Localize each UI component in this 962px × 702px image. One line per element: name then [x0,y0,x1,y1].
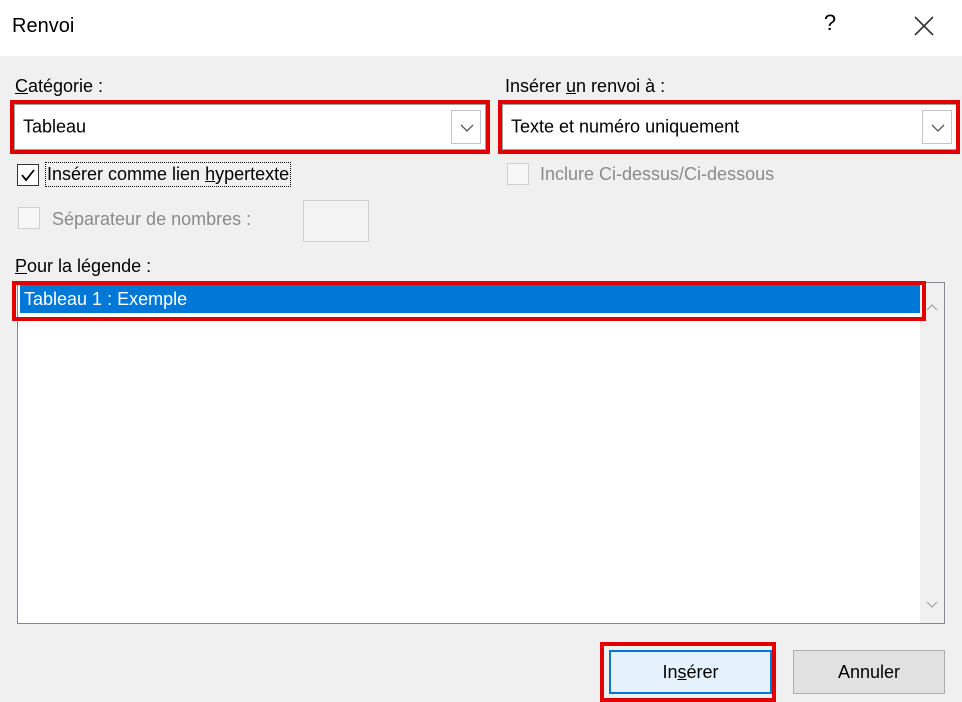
category-dropdown[interactable]: Tableau [14,104,486,150]
reference-type-dropdown[interactable]: Texte et numéro uniquement [502,104,957,150]
reference-type-dropdown-button[interactable] [922,110,952,144]
separator-input[interactable] [303,200,369,242]
close-button[interactable] [910,12,938,40]
dialog-title: Renvoi [12,15,75,37]
reference-type-label: Insérer un renvoi à : [505,76,666,96]
scrollbar[interactable] [920,283,944,623]
list-item[interactable]: Tableau 1 : Exemple [20,285,920,313]
cancel-button[interactable]: Annuler [793,650,945,694]
hyperlink-checkbox[interactable] [17,164,39,186]
help-button[interactable]: ? [818,10,842,36]
checkmark-icon [21,169,35,182]
close-icon [914,16,934,36]
title-bar: Renvoi ? [0,0,962,56]
chevron-down-icon [926,601,938,608]
above-below-checkbox[interactable] [507,163,529,185]
reference-type-value: Texte et numéro uniquement [511,116,740,137]
category-label: Catégorie : [15,76,104,96]
separator-checkbox[interactable] [18,207,40,229]
category-dropdown-button[interactable] [451,110,481,144]
caption-listbox[interactable]: Tableau 1 : Exemple [17,282,945,624]
above-below-label: Inclure Ci-dessus/Ci-dessous [540,164,775,184]
hyperlink-checkbox-label[interactable]: Insérer comme lien hypertexte [44,162,292,187]
insert-button[interactable]: Insérer [609,650,772,694]
chevron-up-icon [926,304,938,311]
cross-reference-dialog: Renvoi ? Catégorie : Tableau Insérer un … [0,0,962,702]
chevron-down-icon [460,124,474,132]
caption-list-label: Pour la légende : [15,256,152,276]
chevron-down-icon [931,124,945,132]
category-value: Tableau [23,116,87,137]
separator-label: Séparateur de nombres : [52,209,252,229]
